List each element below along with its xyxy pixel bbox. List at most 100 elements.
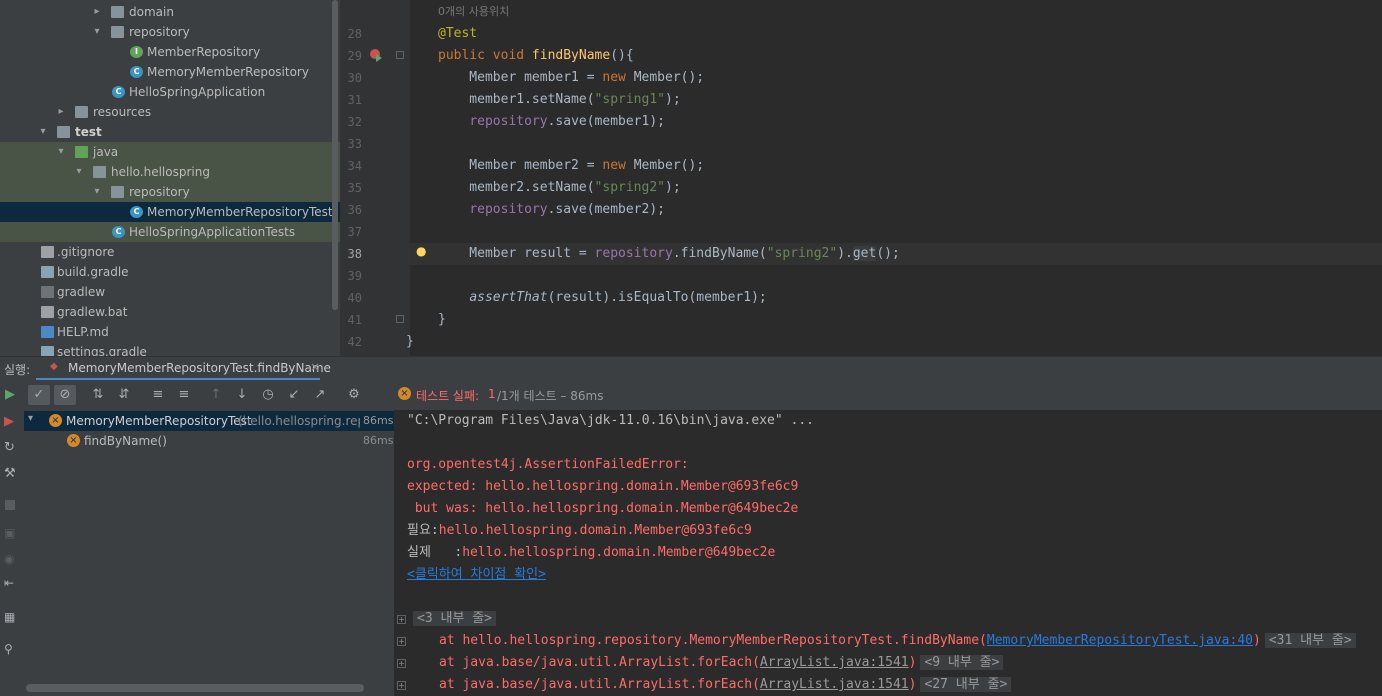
prev-failed-icon[interactable]: ↑ (208, 387, 224, 403)
console-expected: expected: hello.hellospring.domain.Membe… (407, 479, 799, 494)
chevron-down-icon[interactable]: ▾ (73, 162, 85, 182)
status-failed-count: 1 (488, 387, 496, 401)
tree-item-hello-spring-application[interactable]: C HelloSpringApplication (0, 82, 330, 102)
fold-icon[interactable] (396, 51, 404, 59)
sort-alpha-icon[interactable]: ⇅ (90, 387, 106, 403)
chevron-down-icon[interactable]: ▾ (28, 413, 33, 424)
rerun-icon[interactable]: ▶ (2, 387, 18, 403)
test-row-method[interactable]: × findByName() 86ms (24, 431, 394, 451)
file-icon (41, 306, 54, 318)
test-row-class[interactable]: ▾ × MemoryMemberRepositoryTest (hello.he… (24, 411, 394, 431)
inner-lines-chip[interactable]: <9 내부 줄> (920, 655, 1004, 670)
stack-link[interactable]: ArrayList.java:1541 (760, 677, 909, 692)
sort-duration-icon[interactable]: ⇵ (116, 387, 132, 403)
expand-all-icon[interactable]: ≡ (150, 387, 166, 403)
code-line-36: repository.save(member2); (469, 202, 665, 217)
tree-item-gradlew-bat[interactable]: gradlew.bat (0, 302, 330, 322)
console-output[interactable]: "C:\Program Files\Java\jdk-11.0.16\bin\j… (395, 410, 1382, 696)
show-passed-icon[interactable]: ✓ (28, 385, 50, 405)
tree-item-gradlew[interactable]: gradlew (0, 282, 330, 302)
chevron-down-icon[interactable]: ▾ (91, 182, 103, 202)
stop-icon[interactable] (5, 500, 15, 510)
package-icon (93, 166, 106, 178)
show-ignored-icon[interactable]: ⊘ (54, 385, 76, 405)
stack-link[interactable]: MemoryMemberRepositoryTest.java:40 (987, 633, 1253, 648)
run-side-toolbar: ▶ ↻ ⚒ ▣ ◉ ⇤ ▦ ⚲ (0, 410, 24, 696)
import-icon[interactable]: ↙ (286, 387, 302, 403)
inner-lines-chip[interactable]: <3 내부 줄> (413, 611, 497, 626)
code-line-38: Member result = repository.findByName("s… (438, 246, 900, 261)
tree-item-label: repository (129, 185, 190, 199)
tree-item-test[interactable]: ▾ test (0, 122, 330, 142)
run-gutter-icon[interactable] (376, 54, 382, 62)
line-number: 41 (347, 313, 362, 327)
debug-icon[interactable]: ◉ (4, 552, 14, 566)
expand-icon[interactable]: + (397, 659, 406, 668)
tree-scrollbar[interactable] (332, 0, 338, 310)
chevron-down-icon[interactable]: ▾ (37, 122, 49, 142)
chevron-right-icon[interactable]: ▸ (91, 2, 103, 22)
tree-item-help-md[interactable]: HELP.md (0, 322, 330, 342)
class-icon: C (130, 66, 143, 78)
chevron-down-icon[interactable]: ▾ (91, 22, 103, 42)
tree-item-hello-hellospring[interactable]: ▾ hello.hellospring (0, 162, 340, 182)
expand-icon[interactable]: + (397, 615, 406, 624)
pin-icon[interactable]: ⚲ (4, 642, 13, 656)
gear-icon[interactable]: ⚙ (346, 387, 362, 403)
tree-item-build-gradle[interactable]: build.gradle (0, 262, 330, 282)
code-editor[interactable]: 0개의 사용위치 28 29 30 31 32 33 34 35 36 37 38 39 40 41 42 … (340, 0, 1382, 356)
code-line-41: } (438, 312, 446, 327)
test-class-package: (hello.hellospring.repos (238, 414, 360, 428)
wrench-icon[interactable]: ⚒ (4, 466, 16, 481)
fold-icon[interactable] (396, 315, 404, 323)
tree-item-repository[interactable]: ▾ repository (0, 22, 330, 42)
stack-line-2: at java.base/java.util.ArrayList.forEach… (439, 652, 1004, 674)
diff-link[interactable]: <클릭하여 차이점 확인> (407, 564, 546, 586)
expand-icon[interactable]: + (397, 637, 406, 646)
inner-lines-chip[interactable]: <27 내부 줄> (920, 677, 1012, 692)
inner-lines-chip[interactable]: <31 내부 줄> (1264, 633, 1356, 648)
folder-icon (57, 126, 70, 138)
test-class-icon: C (130, 206, 143, 218)
line-number: 34 (347, 159, 362, 173)
layout-icon[interactable]: ▦ (4, 610, 15, 624)
toggle-auto-test-icon[interactable]: ↻ (4, 440, 15, 455)
tab-run-config[interactable]: ◆ MemoryMemberRepositoryTest.findByName … (36, 357, 331, 381)
export-icon[interactable]: ↗ (312, 387, 328, 403)
code-line-32: repository.save(member1); (469, 114, 665, 129)
tree-item-domain[interactable]: ▸ domain (0, 2, 330, 22)
line-number: 36 (347, 203, 362, 217)
tree-item-test-repository[interactable]: ▾ repository (0, 182, 340, 202)
exit-icon[interactable]: ⇤ (4, 576, 14, 590)
line-number: 30 (347, 71, 362, 85)
tree-item-settings-gradle[interactable]: settings.gradle (0, 342, 330, 356)
tree-item-member-repository[interactable]: I MemberRepository (0, 42, 330, 62)
history-icon[interactable]: ◷ (260, 387, 276, 403)
camera-icon[interactable]: ▣ (4, 526, 15, 540)
tree-item-label: repository (129, 25, 190, 39)
test-results-tree[interactable]: ▾ × MemoryMemberRepositoryTest (hello.he… (24, 410, 394, 696)
chevron-down-icon[interactable]: ▾ (55, 142, 67, 162)
tree-item-resources[interactable]: ▸ resources (0, 102, 330, 122)
expand-icon[interactable]: + (397, 681, 406, 690)
tree-item-hello-spring-application-tests[interactable]: C HelloSpringApplicationTests (0, 222, 340, 242)
tree-item-label: hello.hellospring (111, 165, 210, 179)
tree-item-memory-member-repository[interactable]: C MemoryMemberRepository (0, 62, 330, 82)
close-icon[interactable]: × (310, 360, 320, 374)
code-line-42: } (406, 334, 414, 349)
chevron-right-icon[interactable]: ▸ (55, 102, 67, 122)
lightbulb-icon[interactable]: ● (416, 245, 426, 257)
tree-item-gitignore[interactable]: .gitignore (0, 242, 330, 262)
console-inner-lines[interactable]: <3 내부 줄> (413, 608, 497, 630)
status-summary: /1개 테스트 – 86ms (497, 389, 604, 403)
rerun-failed-icon[interactable]: ▶ (4, 414, 14, 429)
project-tree[interactable]: ▸ domain ▾ repository I MemberRepository… (0, 0, 340, 356)
tree-item-memory-member-repository-test[interactable]: C MemoryMemberRepositoryTest (0, 202, 340, 222)
tree-item-java[interactable]: ▾ java (0, 142, 340, 162)
usage-hint[interactable]: 0개의 사용위치 (438, 3, 509, 19)
tree-item-label: settings.gradle (57, 345, 147, 356)
collapse-all-icon[interactable]: ≡ (176, 387, 192, 403)
horizontal-scrollbar[interactable] (26, 684, 364, 692)
stack-link[interactable]: ArrayList.java:1541 (760, 655, 909, 670)
next-failed-icon[interactable]: ↓ (234, 387, 250, 403)
